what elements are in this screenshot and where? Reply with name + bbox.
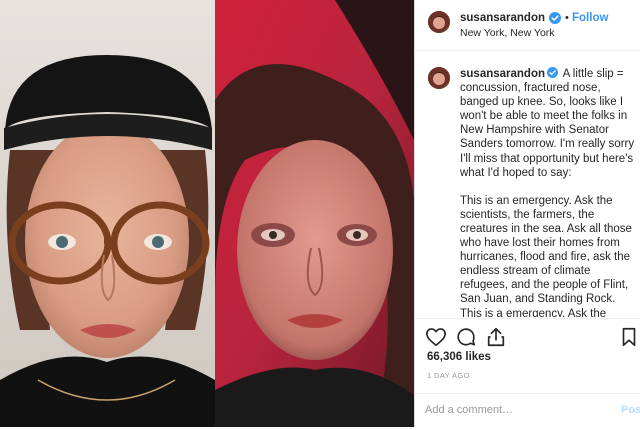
post-date[interactable]: 1 DAY AGO xyxy=(427,371,470,380)
caption-paragraph-1: susansarandon A little slip = concussion… xyxy=(460,67,638,180)
post-photo[interactable] xyxy=(0,0,414,427)
comment-input[interactable] xyxy=(425,400,605,420)
verified-badge-icon xyxy=(549,12,561,24)
post-comment-button[interactable]: Post xyxy=(621,404,640,416)
photo-left-glasses-selfie xyxy=(0,0,215,427)
post-header: susansarandon • Follow New York, New Yor… xyxy=(415,0,640,51)
post-actions: 66,306 likes 1 DAY AGO Post xyxy=(415,318,640,429)
comment-bar: Post xyxy=(415,393,640,430)
photo-right-injured-selfie xyxy=(215,0,414,427)
caption-username[interactable]: susansarandon xyxy=(460,68,545,80)
post-sidebar: susansarandon • Follow New York, New Yor… xyxy=(415,0,640,427)
follow-button[interactable]: Follow xyxy=(572,12,608,24)
share-icon[interactable] xyxy=(485,326,507,348)
caption-text-1: A little slip = concussion, fractured no… xyxy=(460,68,635,179)
caption: susansarandon A little slip = concussion… xyxy=(460,67,638,317)
caption-paragraph-2: This is an emergency. Ask the scientists… xyxy=(460,194,638,317)
heart-icon[interactable] xyxy=(425,326,447,348)
comment-icon[interactable] xyxy=(455,326,477,348)
caption-text-2: This is an emergency. Ask the scientists… xyxy=(460,194,632,317)
likes-count[interactable]: 66,306 likes xyxy=(427,351,491,363)
bookmark-icon[interactable] xyxy=(618,326,640,348)
comments-area[interactable]: susansarandon A little slip = concussion… xyxy=(415,51,640,317)
verified-badge-icon xyxy=(547,67,558,78)
avatar[interactable] xyxy=(428,11,450,33)
separator-dot: • xyxy=(565,12,569,24)
location-link[interactable]: New York, New York xyxy=(460,27,555,39)
username-link[interactable]: susansarandon xyxy=(460,12,545,24)
caption-avatar[interactable] xyxy=(428,67,450,89)
